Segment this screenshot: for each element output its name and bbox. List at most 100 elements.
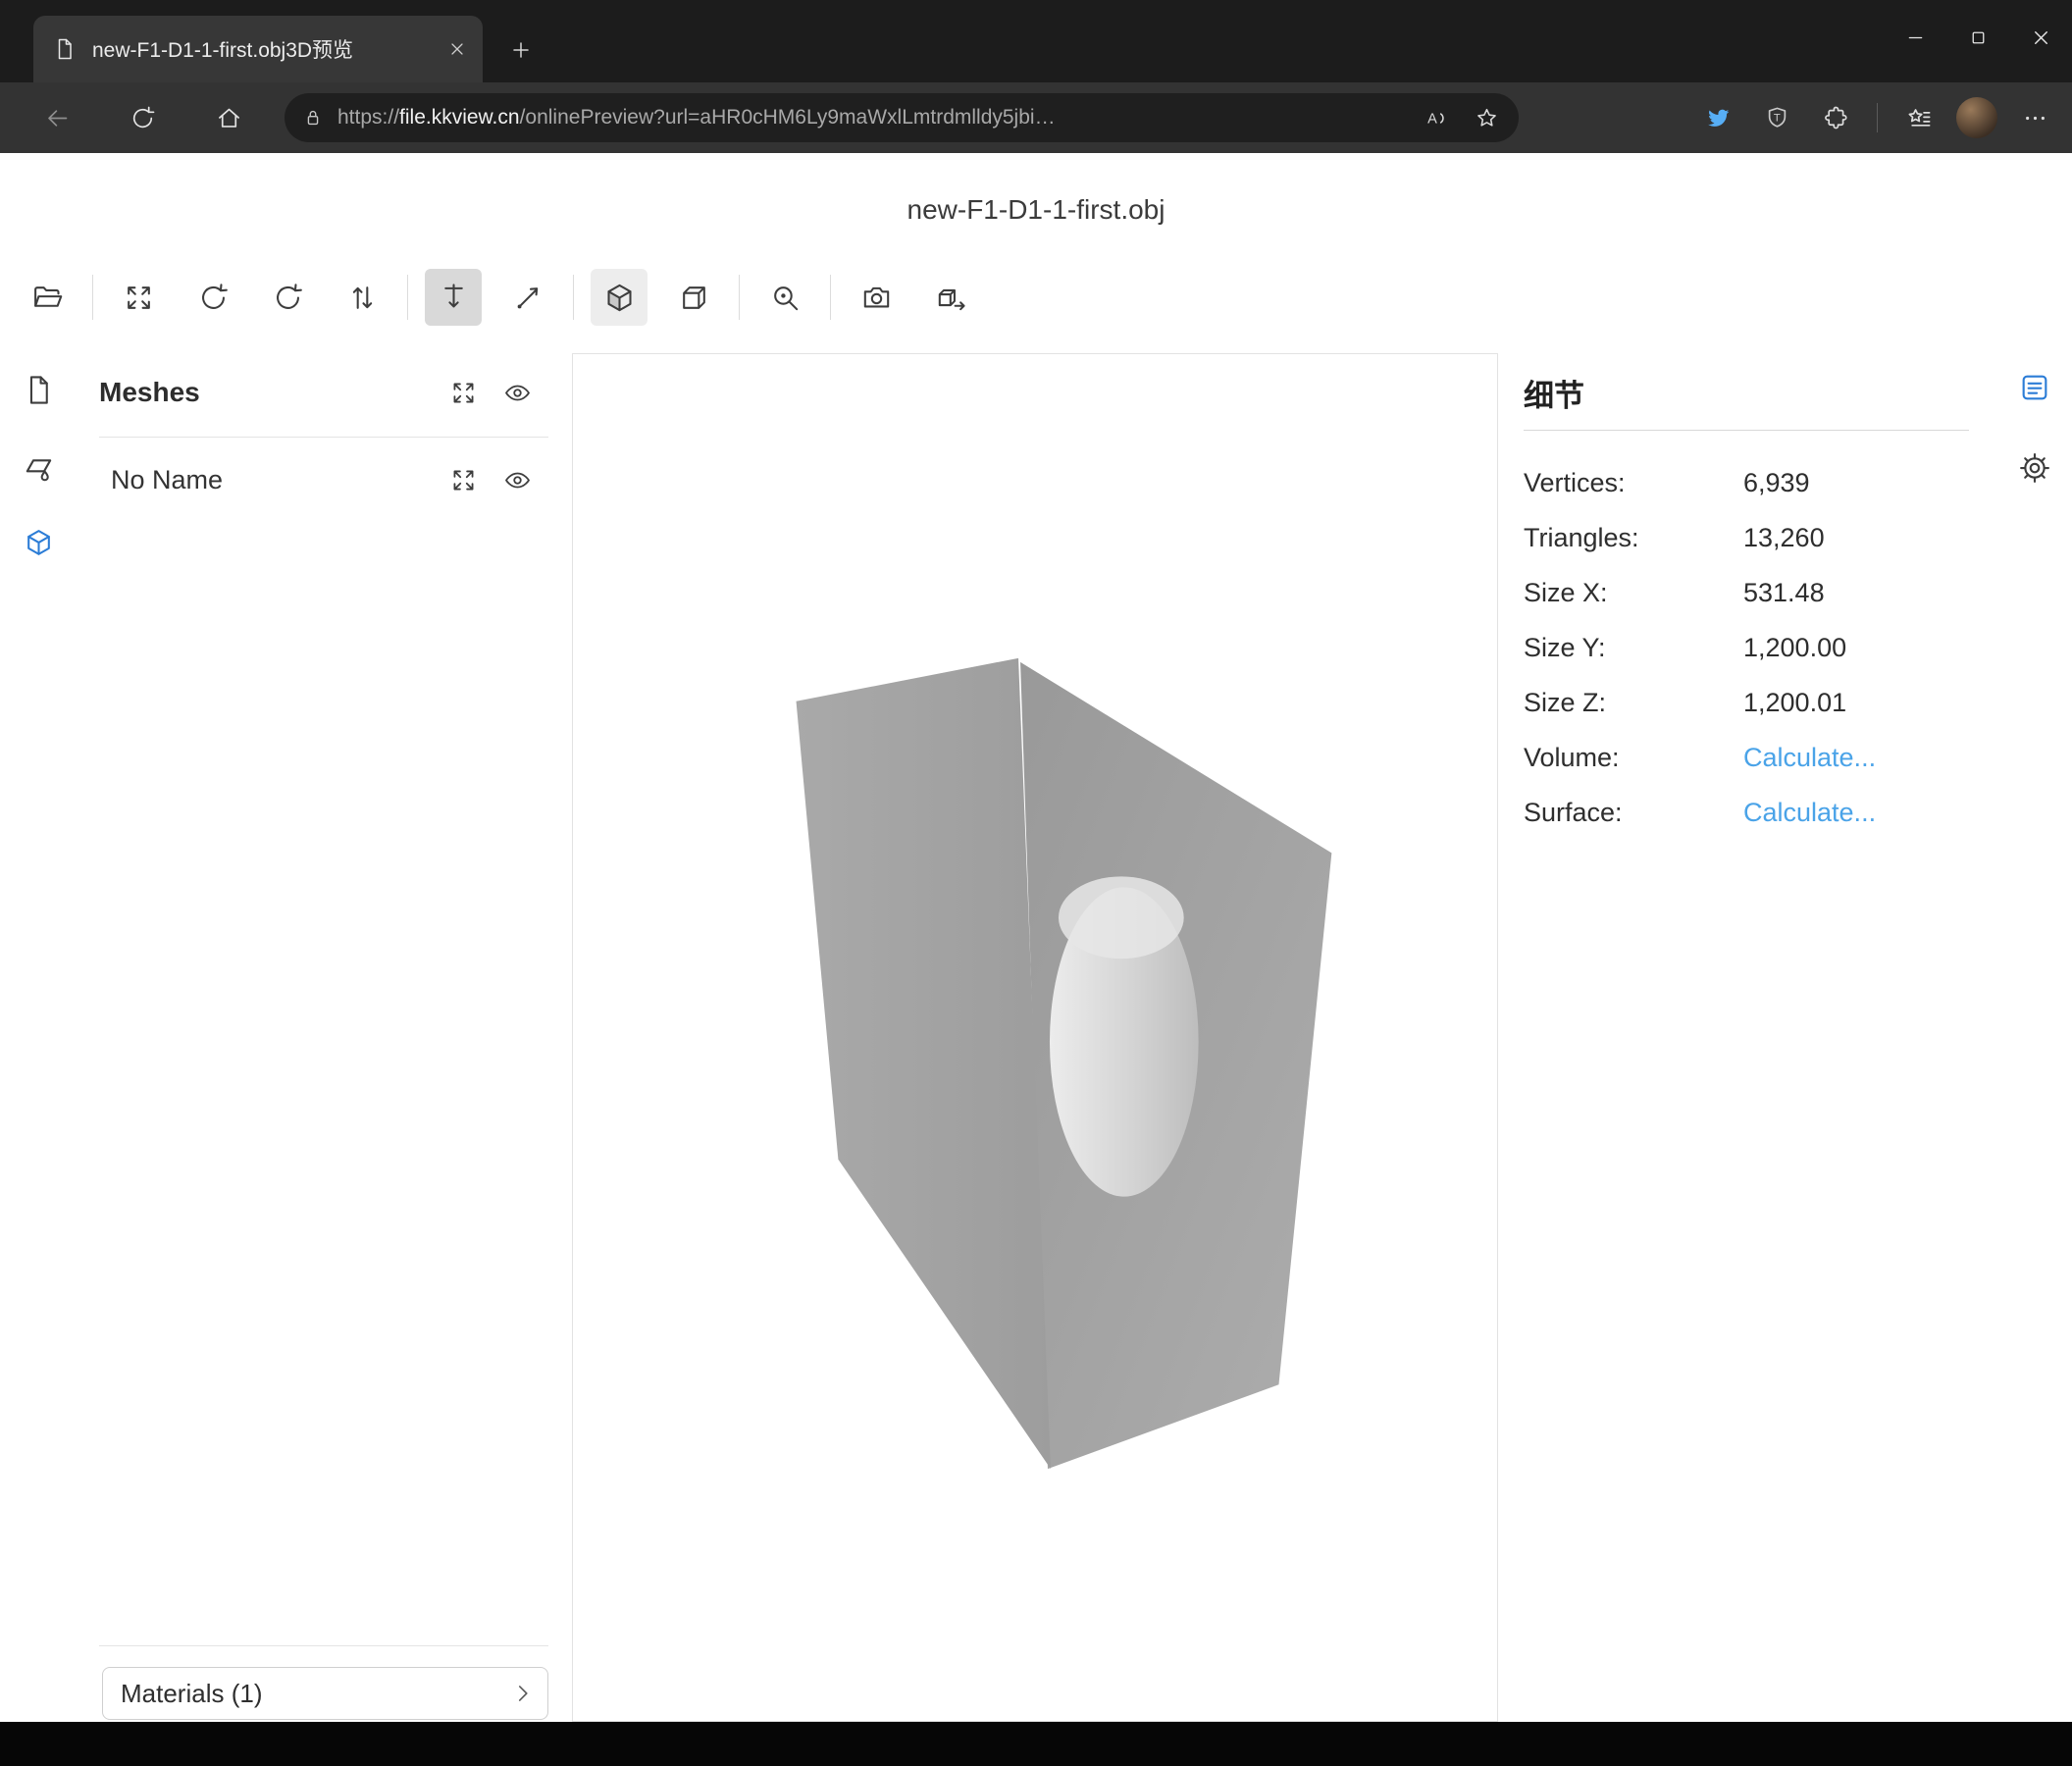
meshes-title: Meshes	[99, 377, 449, 408]
measure-line-icon	[512, 282, 544, 314]
model-cylinder-cap	[1059, 876, 1184, 959]
profile-avatar[interactable]	[1956, 97, 1997, 138]
bottom-bar	[0, 1722, 2072, 1766]
browser-menu-button[interactable]	[2013, 96, 2056, 139]
rotate-z-button[interactable]	[259, 269, 316, 326]
panel-divider	[99, 1645, 548, 1646]
tab-title: new-F1-D1-1-first.obj3D预览	[92, 34, 432, 64]
url-text[interactable]: https://file.kkview.cn/onlinePreview?url…	[337, 106, 1403, 130]
new-tab-button[interactable]	[502, 31, 540, 69]
detail-row-volume: Volume: Calculate...	[1524, 730, 1977, 785]
navigation-bar: https://file.kkview.cn/onlinePreview?url…	[0, 82, 2072, 153]
fit-view-button[interactable]	[110, 269, 167, 326]
fit-view-icon	[123, 282, 155, 314]
toolbar	[10, 263, 988, 332]
flip-vertical-button[interactable]	[334, 269, 390, 326]
flip-vertical-icon	[346, 282, 379, 314]
maximize-button[interactable]	[1946, 0, 2009, 75]
url-domain: file.kkview.cn	[399, 106, 520, 129]
main-area: Meshes No Name Materials (1)	[0, 353, 2072, 1722]
open-file-icon	[31, 282, 64, 314]
detail-row-vertices: Vertices: 6,939	[1524, 455, 1977, 510]
url-path: /onlinePreview?url=aHR0cHM6Ly9maWxlLmtrd…	[520, 106, 1056, 129]
materials-icon	[23, 450, 55, 483]
detail-label: Size X:	[1524, 578, 1743, 608]
favorites-hub-icon	[1906, 105, 1933, 131]
fit-all-icon[interactable]	[449, 379, 478, 407]
settings-button[interactable]	[2014, 447, 2055, 489]
move-tool-button[interactable]	[425, 269, 482, 326]
detail-row-size-x: Size X: 531.48	[1524, 565, 1977, 620]
detail-value: 13,260	[1743, 523, 1825, 553]
detail-label: Size Z:	[1524, 688, 1743, 718]
viewport-3d[interactable]	[572, 353, 1498, 1722]
chevron-right-icon	[510, 1681, 536, 1706]
browser-tab[interactable]: new-F1-D1-1-first.obj3D预览	[33, 16, 483, 82]
materials-tab-button[interactable]	[18, 445, 59, 487]
details-list-icon	[2018, 371, 2051, 404]
orthographic-view-button[interactable]	[665, 269, 722, 326]
page-content: new-F1-D1-1-first.obj	[0, 153, 2072, 1722]
measure-line-button[interactable]	[499, 269, 556, 326]
detail-label: Size Y:	[1524, 633, 1743, 663]
favorites-hub-button[interactable]	[1897, 96, 1941, 139]
star-icon	[1475, 106, 1499, 130]
model-tab-button[interactable]	[18, 522, 59, 563]
visibility-all-eye-icon[interactable]	[503, 379, 532, 407]
detail-row-size-z: Size Z: 1,200.01	[1524, 675, 1977, 730]
rotate-x-button[interactable]	[184, 269, 241, 326]
camera-icon	[860, 282, 893, 314]
detail-row-size-y: Size Y: 1,200.00	[1524, 620, 1977, 675]
minimize-button[interactable]	[1884, 0, 1946, 75]
calculate-volume-link[interactable]: Calculate...	[1743, 743, 1876, 773]
toolbar-separator	[573, 275, 574, 320]
open-file-button[interactable]	[19, 269, 76, 326]
panel-divider	[99, 437, 548, 438]
detail-value: 6,939	[1743, 468, 1810, 498]
screenshot-button[interactable]	[848, 269, 905, 326]
detail-row-triangles: Triangles: 13,260	[1524, 510, 1977, 565]
details-rows: Vertices: 6,939 Triangles: 13,260 Size X…	[1524, 455, 1977, 840]
perspective-cube-icon	[603, 282, 636, 314]
tab-close-icon[interactable]	[447, 39, 467, 59]
details-panel-button[interactable]	[2014, 367, 2055, 408]
right-rail	[1996, 367, 2072, 489]
toolbar-separator	[830, 275, 831, 320]
extensions-button[interactable]	[1814, 96, 1857, 139]
cube-3d-icon	[23, 527, 55, 559]
toolbar-separator	[407, 275, 408, 320]
materials-button[interactable]: Materials (1)	[102, 1667, 548, 1720]
read-aloud-icon	[1424, 106, 1448, 130]
perspective-view-button[interactable]	[591, 269, 648, 326]
detail-label: Triangles:	[1524, 523, 1743, 553]
browser-window: new-F1-D1-1-first.obj3D预览 https://file.k…	[0, 0, 2072, 1766]
extension-bird-button[interactable]	[1696, 96, 1739, 139]
detail-value: 1,200.01	[1743, 688, 1846, 718]
calculate-surface-link[interactable]: Calculate...	[1743, 798, 1876, 828]
document-icon	[23, 374, 55, 406]
file-info-tab-button[interactable]	[18, 369, 59, 410]
rotate-x-icon	[197, 282, 230, 314]
export-view-button[interactable]	[922, 269, 979, 326]
ellipsis-icon	[2022, 105, 2048, 131]
titlebar: new-F1-D1-1-first.obj3D预览	[0, 0, 2072, 82]
extension-shield-button[interactable]	[1755, 96, 1798, 139]
home-button[interactable]	[204, 93, 253, 142]
fit-mesh-icon[interactable]	[449, 466, 478, 494]
close-button[interactable]	[2009, 0, 2072, 75]
read-aloud-button[interactable]	[1417, 99, 1454, 136]
mesh-list-item[interactable]: No Name	[99, 451, 549, 508]
favorite-button[interactable]	[1468, 99, 1505, 136]
lock-icon[interactable]	[302, 107, 324, 129]
visibility-eye-icon[interactable]	[503, 466, 532, 494]
refresh-button[interactable]	[118, 93, 167, 142]
magnify-button[interactable]	[756, 269, 813, 326]
back-button[interactable]	[32, 93, 81, 142]
materials-label: Materials (1)	[121, 1679, 262, 1709]
tab-favicon-icon	[53, 37, 77, 61]
details-header: 细节	[1524, 371, 1584, 415]
puzzle-icon	[1823, 105, 1849, 131]
maximize-icon	[1968, 27, 1989, 48]
address-bar[interactable]: https://file.kkview.cn/onlinePreview?url…	[285, 93, 1519, 142]
detail-label: Vertices:	[1524, 468, 1743, 498]
